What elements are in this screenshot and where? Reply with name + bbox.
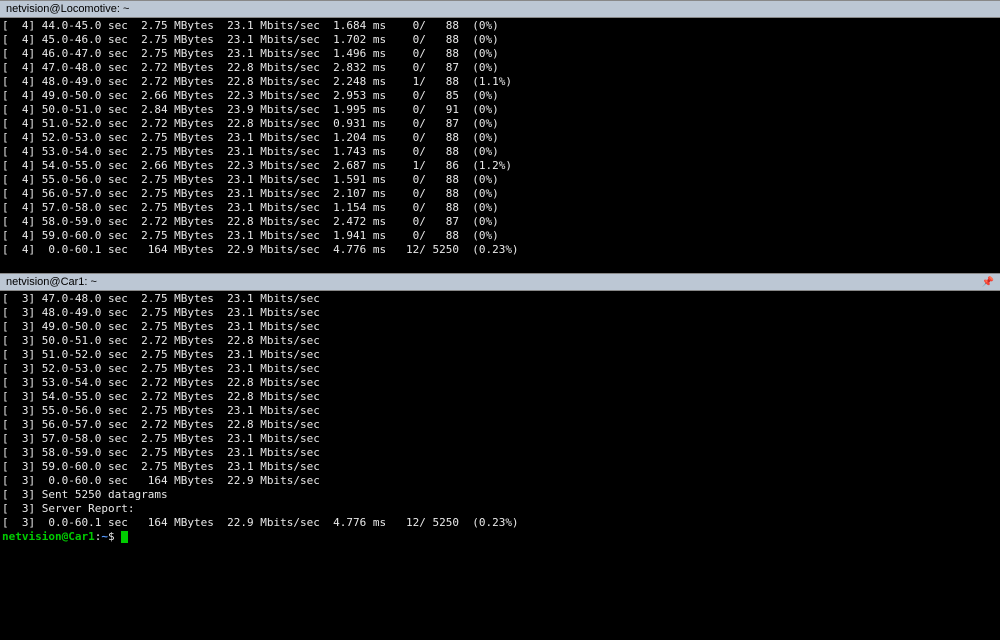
- terminal-bottom[interactable]: [ 3] 47.0-48.0 sec 2.75 MBytes 23.1 Mbit…: [0, 291, 1000, 546]
- iperf-row: [ 4] 45.0-46.0 sec 2.75 MBytes 23.1 Mbit…: [2, 33, 998, 47]
- tab-bar-top[interactable]: netvision@Locomotive: ~: [0, 0, 1000, 18]
- iperf-row: [ 4] 55.0-56.0 sec 2.75 MBytes 23.1 Mbit…: [2, 173, 998, 187]
- iperf-row: [ 4] 57.0-58.0 sec 2.75 MBytes 23.1 Mbit…: [2, 201, 998, 215]
- iperf-summary: [ 3] 0.0-60.1 sec 164 MBytes 22.9 Mbits/…: [2, 516, 998, 530]
- tab-title-bottom: netvision@Car1: ~: [6, 276, 97, 288]
- iperf-row: [ 3] 58.0-59.0 sec 2.75 MBytes 23.1 Mbit…: [2, 446, 998, 460]
- iperf-row: [ 3] 52.0-53.0 sec 2.75 MBytes 23.1 Mbit…: [2, 362, 998, 376]
- cursor: [121, 531, 128, 543]
- iperf-row: [ 3] 59.0-60.0 sec 2.75 MBytes 23.1 Mbit…: [2, 460, 998, 474]
- iperf-row: [ 3] 48.0-49.0 sec 2.75 MBytes 23.1 Mbit…: [2, 306, 998, 320]
- iperf-row: [ 4] 47.0-48.0 sec 2.72 MBytes 22.8 Mbit…: [2, 61, 998, 75]
- shell-prompt[interactable]: netvision@Car1:~$: [2, 530, 998, 544]
- iperf-row: [ 3] 0.0-60.0 sec 164 MBytes 22.9 Mbits/…: [2, 474, 998, 488]
- iperf-row: [ 3] 51.0-52.0 sec 2.75 MBytes 23.1 Mbit…: [2, 348, 998, 362]
- iperf-row: [ 4] 50.0-51.0 sec 2.84 MBytes 23.9 Mbit…: [2, 103, 998, 117]
- iperf-row: [ 4] 48.0-49.0 sec 2.72 MBytes 22.8 Mbit…: [2, 75, 998, 89]
- iperf-row: [ 3] 56.0-57.0 sec 2.72 MBytes 22.8 Mbit…: [2, 418, 998, 432]
- iperf-row: [ 4] 56.0-57.0 sec 2.75 MBytes 23.1 Mbit…: [2, 187, 998, 201]
- iperf-row: [ 4] 44.0-45.0 sec 2.75 MBytes 23.1 Mbit…: [2, 19, 998, 33]
- iperf-row: [ 4] 54.0-55.0 sec 2.66 MBytes 22.3 Mbit…: [2, 159, 998, 173]
- iperf-row: [ 4] 0.0-60.1 sec 164 MBytes 22.9 Mbits/…: [2, 243, 998, 257]
- prompt-user: netvision@Car1: [2, 530, 95, 543]
- iperf-row: [ 4] 53.0-54.0 sec 2.75 MBytes 23.1 Mbit…: [2, 145, 998, 159]
- iperf-info-line: [ 3] Server Report:: [2, 502, 998, 516]
- tab-title-top: netvision@Locomotive: ~: [6, 3, 129, 15]
- iperf-row: [ 3] 57.0-58.0 sec 2.75 MBytes 23.1 Mbit…: [2, 432, 998, 446]
- iperf-row: [ 3] 55.0-56.0 sec 2.75 MBytes 23.1 Mbit…: [2, 404, 998, 418]
- iperf-row: [ 4] 52.0-53.0 sec 2.75 MBytes 23.1 Mbit…: [2, 131, 998, 145]
- iperf-row: [ 4] 49.0-50.0 sec 2.66 MBytes 22.3 Mbit…: [2, 89, 998, 103]
- iperf-row: [ 3] 53.0-54.0 sec 2.72 MBytes 22.8 Mbit…: [2, 376, 998, 390]
- prompt-end: $: [108, 530, 121, 543]
- iperf-row: [ 4] 58.0-59.0 sec 2.72 MBytes 22.8 Mbit…: [2, 215, 998, 229]
- iperf-row: [ 3] 50.0-51.0 sec 2.72 MBytes 22.8 Mbit…: [2, 334, 998, 348]
- iperf-row: [ 3] 49.0-50.0 sec 2.75 MBytes 23.1 Mbit…: [2, 320, 998, 334]
- terminal-top[interactable]: [ 4] 44.0-45.0 sec 2.75 MBytes 23.1 Mbit…: [0, 18, 1000, 273]
- prompt-path: ~: [101, 530, 108, 543]
- iperf-row: [ 3] 47.0-48.0 sec 2.75 MBytes 23.1 Mbit…: [2, 292, 998, 306]
- iperf-row: [ 4] 46.0-47.0 sec 2.75 MBytes 23.1 Mbit…: [2, 47, 998, 61]
- iperf-row: [ 3] 54.0-55.0 sec 2.72 MBytes 22.8 Mbit…: [2, 390, 998, 404]
- pin-icon[interactable]: 📌: [982, 277, 994, 288]
- iperf-row: [ 4] 59.0-60.0 sec 2.75 MBytes 23.1 Mbit…: [2, 229, 998, 243]
- iperf-row: [ 4] 51.0-52.0 sec 2.72 MBytes 22.8 Mbit…: [2, 117, 998, 131]
- iperf-info-line: [ 3] Sent 5250 datagrams: [2, 488, 998, 502]
- tab-bar-bottom[interactable]: netvision@Car1: ~ 📌: [0, 273, 1000, 291]
